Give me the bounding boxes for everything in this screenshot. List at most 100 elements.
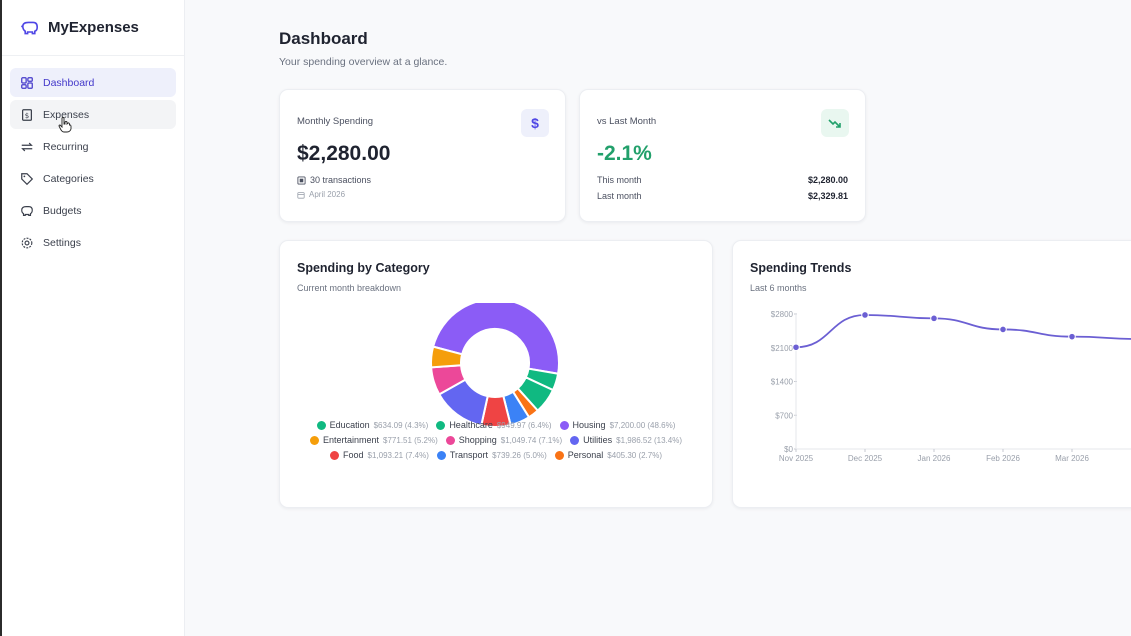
y-tick-label: $1400	[771, 378, 794, 387]
legend-value: $949.97 (6.4%)	[496, 420, 552, 430]
trend-point[interactable]	[999, 325, 1007, 334]
legend-label: Food	[342, 450, 364, 460]
y-tick-label: $2100	[771, 344, 794, 353]
category-card: Spending by Category Current month break…	[279, 240, 713, 508]
this-month-row: This month $2,280.00	[597, 175, 848, 185]
dashboard-grid-icon	[21, 76, 33, 89]
legend-item-entertainment[interactable]: Entertainment $771.51 (5.2%)	[310, 435, 438, 445]
receipt-icon: $	[22, 108, 32, 121]
y-tick-label: $700	[775, 411, 793, 420]
legend-label: Transport	[449, 450, 489, 460]
legend-value: $634.09 (4.3%)	[373, 420, 429, 430]
sidebar-item-label: Dashboard	[43, 76, 95, 89]
trend-point[interactable]	[861, 311, 869, 319]
sidebar-item-categories[interactable]: Categories	[10, 164, 176, 193]
card-label: vs Last Month	[597, 116, 657, 127]
section-title: Spending Trends	[750, 261, 852, 275]
app-name: MyExpenses	[48, 19, 139, 36]
legend-swatch	[570, 435, 580, 445]
dollar-icon-chip: $	[521, 109, 549, 137]
sidebar-item-settings[interactable]: Settings	[10, 228, 176, 257]
svg-text:$: $	[25, 112, 29, 120]
legend-value: $771.51 (5.2%)	[383, 435, 438, 445]
legend-value: $1,049.74 (7.1%)	[500, 435, 563, 445]
period-row: April 2026	[297, 190, 345, 199]
legend-item-housing[interactable]: Housing $7,200.00 (48.6%)	[559, 420, 676, 430]
page-title: Dashboard	[279, 29, 368, 48]
trend-point[interactable]	[792, 343, 800, 352]
legend-item-food[interactable]: Food $1,093.21 (7.4%)	[329, 450, 429, 460]
legend-item-personal[interactable]: Personal $405.30 (2.7%)	[554, 450, 662, 460]
legend-value: $7,200.00 (48.6%)	[609, 420, 676, 430]
y-tick-label: $2800	[771, 310, 794, 319]
brand[interactable]: MyExpenses	[2, 0, 184, 56]
trends-card: Spending Trends Last 6 months $0 $700 $140…	[732, 240, 1131, 508]
legend-swatch	[436, 420, 446, 430]
comparison-card: vs Last Month -2.1% This month $2,280.00…	[579, 89, 866, 222]
last-month-row: Last month $2,329.81	[597, 191, 848, 201]
dollar-icon: $	[531, 115, 539, 131]
section-subtitle: Current month breakdown	[297, 283, 402, 293]
page-subtitle: Your spending overview at a glance.	[279, 56, 448, 68]
section-title: Spending by Category	[297, 261, 430, 275]
sidebar: MyExpenses Dashboard $ Expenses Recurrin…	[0, 0, 185, 636]
transactions-count: 30 transactions	[310, 175, 372, 185]
legend-label: Healthcare	[449, 420, 493, 430]
period-label: April 2026	[309, 190, 346, 199]
main-content: Dashboard Your spending overview at a gl…	[186, 0, 1131, 636]
sidebar-item-label: Settings	[43, 236, 81, 249]
legend-value: $1,986.52 (13.4%)	[616, 435, 682, 445]
category-donut-chart	[430, 303, 560, 428]
legend-item-healthcare[interactable]: Healthcare $949.97 (6.4%)	[436, 420, 552, 430]
legend-swatch	[310, 435, 319, 445]
sidebar-item-budgets[interactable]: Budgets	[10, 196, 176, 225]
legend-item-utilities[interactable]: Utilities $1,986.52 (13.4%)	[570, 435, 682, 445]
monthly-spending-card: Monthly Spending $ $2,280.00 30 transact…	[279, 89, 566, 222]
trend-down-icon-chip	[821, 109, 849, 137]
legend-value: $739.26 (5.0%)	[492, 450, 547, 460]
last-month-label: Last month	[597, 191, 642, 201]
spending-trend-chart: $0 $700 $1400 $2100 $2800 Nov 2025 Dec 2025 Jan…	[771, 310, 1131, 463]
legend-value: $1,093.21 (7.4%)	[367, 450, 429, 460]
legend-label: Entertainment	[323, 435, 380, 445]
trend-point[interactable]	[1068, 332, 1076, 341]
comparison-percent: -2.1%	[597, 142, 652, 165]
receipt-icon	[297, 175, 306, 185]
legend-label: Housing	[572, 420, 606, 430]
legend-item-transport[interactable]: Transport $739.26 (5.0%)	[436, 450, 547, 460]
x-tick-label: Mar 2026	[1055, 454, 1089, 463]
hand-pointer-icon	[58, 117, 72, 133]
legend-value: $405.30 (2.7%)	[607, 450, 662, 460]
legend-swatch	[445, 435, 455, 445]
legend-swatch	[559, 420, 569, 430]
legend-item-education[interactable]: Education $634.09 (4.3%)	[316, 420, 429, 430]
legend-swatch	[329, 450, 339, 460]
sidebar-item-dashboard[interactable]: Dashboard	[10, 68, 176, 97]
last-month-value: $2,329.81	[807, 191, 848, 201]
x-tick-label: Feb 2026	[986, 454, 1020, 463]
x-tick-label: Jan 2026	[918, 454, 951, 463]
legend-label: Education	[329, 420, 370, 430]
legend-swatch	[554, 450, 564, 460]
category-legend: Education $634.09 (4.3%) Healthcare $949.97…	[280, 420, 712, 460]
piggy-bank-icon	[21, 21, 39, 34]
sidebar-item-label: Budgets	[43, 204, 82, 217]
gear-icon	[21, 237, 33, 248]
legend-label: Personal	[567, 450, 604, 460]
legend-item-shopping[interactable]: Shopping $1,049.74 (7.1%)	[445, 435, 563, 445]
this-month-value: $2,280.00	[807, 175, 848, 185]
tag-icon	[21, 172, 34, 185]
x-tick-label: Nov 2025	[779, 454, 814, 463]
calendar-icon	[297, 191, 305, 199]
sidebar-item-label: Recurring	[43, 140, 89, 153]
sidebar-item-expenses[interactable]: $ Expenses	[10, 100, 176, 129]
this-month-label: This month	[597, 175, 642, 185]
repeat-icon	[21, 142, 33, 151]
y-tick-label: $0	[784, 445, 793, 454]
legend-label: Shopping	[458, 435, 497, 445]
trend-point[interactable]	[930, 314, 938, 323]
monthly-total: $2,280.00	[297, 142, 391, 165]
legend-swatch	[436, 450, 446, 460]
section-subtitle: Last 6 months	[750, 283, 807, 293]
sidebar-item-recurring[interactable]: Recurring	[10, 132, 176, 161]
